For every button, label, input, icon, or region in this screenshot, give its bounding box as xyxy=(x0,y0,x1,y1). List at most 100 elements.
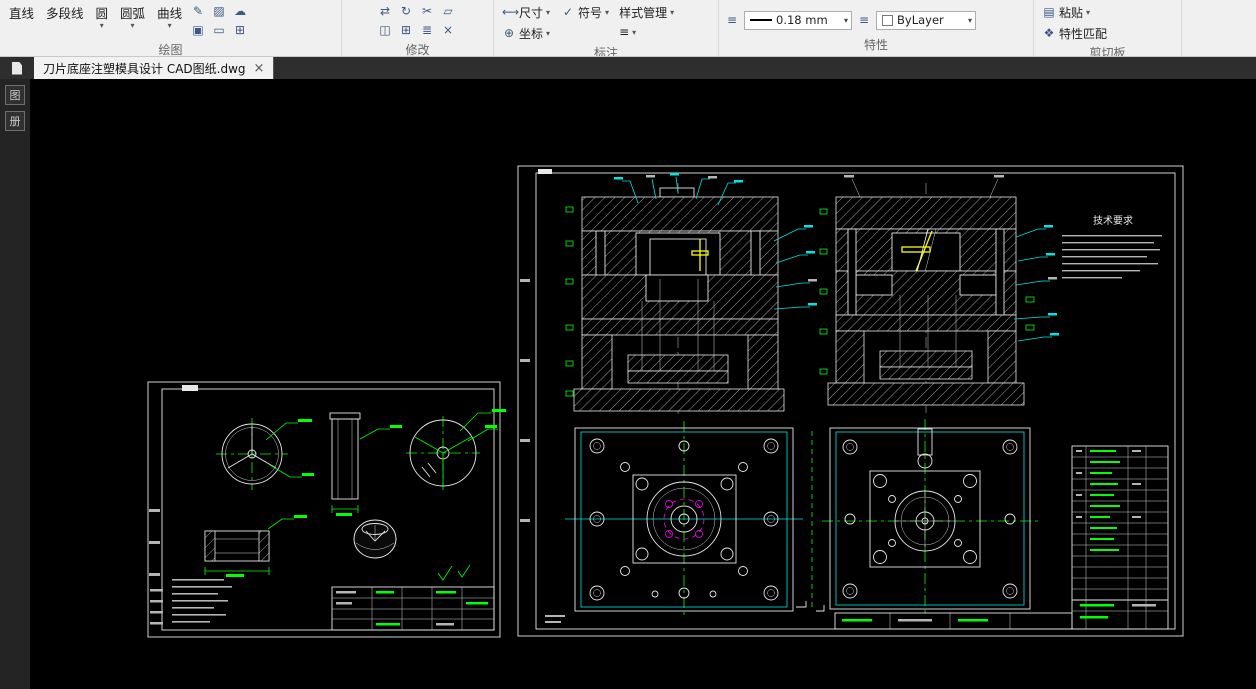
technical-requirements-block: 技术要求 xyxy=(1062,214,1162,279)
circle-tool-button[interactable]: 圆 ▾ xyxy=(91,1,114,30)
document-tab-bar: 刀片底座注塑模具设计 CAD图纸.dwg × xyxy=(0,57,1256,79)
file-corner xyxy=(0,57,34,79)
arc-tool-label: 圆弧 xyxy=(120,6,146,21)
chevron-down-icon: ▾ xyxy=(546,8,551,17)
mirror-icon[interactable]: ▱ xyxy=(439,3,457,20)
offset-icon[interactable]: ≣ xyxy=(418,22,436,39)
line-tool-button[interactable]: 直线 xyxy=(4,1,39,22)
match-properties-icon: ❖ xyxy=(1043,26,1055,40)
drawing-canvas-area[interactable]: 技术要求 xyxy=(30,79,1256,689)
color-value: ByLayer xyxy=(897,13,944,27)
properties-group-label: 特性 xyxy=(863,38,888,52)
technical-requirements-title: 技术要求 xyxy=(1093,214,1133,227)
document-tab[interactable]: 刀片底座注塑模具设计 CAD图纸.dwg × xyxy=(34,57,275,79)
part-side-view xyxy=(329,412,402,516)
lineweight-list-icon[interactable]: ≡ xyxy=(723,12,741,29)
dimension-icon: ⟷ xyxy=(502,5,520,19)
left-sheet-title-block xyxy=(331,586,495,631)
right-sheet-assembly-drawing: 技术要求 xyxy=(517,165,1184,637)
lineweight-dropdown[interactable]: 0.18 mm ▾ xyxy=(744,10,852,30)
ribbon-group-annotate: ⟷ 尺寸 ▾ ✓ 符号 ▾ ⊕ 坐标 ▾ 样式管理 ▾ ≡ ▾ 标注 xyxy=(494,0,719,56)
polyline-tool-button[interactable]: 多段线 xyxy=(41,1,89,22)
erase-icon[interactable]: × xyxy=(439,22,457,39)
mold-plan-view-right xyxy=(822,419,1038,617)
style-manager-button[interactable]: 样式管理 ▾ xyxy=(615,3,678,22)
trim-icon[interactable]: ✂ xyxy=(418,3,436,20)
ribbon-group-draw: 直线 多段线 圆 ▾ 圆弧 ▾ 曲线 ▾ ✎ ▨ ☁ ▣ ▭ ⊞ 绘图 xyxy=(0,0,342,56)
circle-tool-label: 圆 xyxy=(95,6,109,21)
ribbon-group-properties: ≡ 0.18 mm ▾ ≡ ByLayer ▾ 特性 xyxy=(719,0,1034,56)
part-iso-view xyxy=(353,519,397,559)
match-properties-button[interactable]: ❖ 特性匹配 xyxy=(1038,24,1111,43)
drawing-panel-icon[interactable]: 图 xyxy=(5,85,25,105)
sheet-set-panel-icon[interactable]: 册 xyxy=(5,111,25,131)
surface-finish-symbols xyxy=(437,564,471,581)
parts-list-table xyxy=(1071,445,1169,630)
chevron-down-icon[interactable]: ▾ xyxy=(131,22,135,30)
annotate-group-label: 标注 xyxy=(593,46,618,57)
table-icon[interactable]: ⊞ xyxy=(231,22,249,39)
drawing-canvas[interactable]: 技术要求 xyxy=(30,79,1256,689)
style-manager-label: 样式管理 xyxy=(619,6,668,20)
paste-button[interactable]: ▤ 粘贴 ▾ xyxy=(1038,3,1094,22)
mold-section-view-right xyxy=(819,175,1059,413)
annotation-menu-button[interactable]: ≡ ▾ xyxy=(615,24,640,40)
coordinate-button[interactable]: ⊕ 坐标 ▾ xyxy=(498,24,554,43)
menu-icon: ≡ xyxy=(619,25,630,39)
revision-cloud-icon[interactable]: ☁ xyxy=(231,3,249,20)
ribbon-spacer xyxy=(1182,0,1256,56)
mold-section-view-left xyxy=(565,173,817,417)
ribbon-group-modify: ⇄ ↻ ✂ ▱ ◫ ⊞ ≣ × 修改 xyxy=(342,0,494,56)
dimension-label: 尺寸 xyxy=(519,6,544,20)
rectangle-icon[interactable]: ▭ xyxy=(210,22,228,39)
copy-icon[interactable]: ◫ xyxy=(376,22,394,39)
left-sheet-notes xyxy=(172,579,232,623)
file-page-icon[interactable] xyxy=(12,61,22,75)
left-panel-strip: 图 册 xyxy=(0,79,30,689)
section-cut-marks xyxy=(796,431,825,612)
coordinate-icon: ⊕ xyxy=(503,26,515,40)
rotate-icon[interactable]: ↻ xyxy=(397,3,415,20)
part-section-view xyxy=(204,515,307,577)
draw-group-label: 绘图 xyxy=(158,43,183,57)
mold-plan-view-left xyxy=(565,421,803,619)
region-icon[interactable]: ▣ xyxy=(189,22,207,39)
chevron-down-icon: ▾ xyxy=(605,8,610,17)
part-rear-view xyxy=(406,409,506,490)
symbol-label: 符号 xyxy=(578,6,603,20)
part-front-view xyxy=(216,418,314,490)
color-swatch-icon xyxy=(882,14,893,26)
bottom-title-strip xyxy=(834,612,1073,630)
chevron-down-icon: ▾ xyxy=(967,15,972,25)
left-sheet-part-drawing xyxy=(147,381,506,638)
move-icon[interactable]: ⇄ xyxy=(376,3,394,20)
spline-tool-button[interactable]: 曲线 ▾ xyxy=(152,1,187,30)
chevron-down-icon: ▾ xyxy=(632,27,637,37)
chevron-down-icon: ▾ xyxy=(843,15,848,25)
chevron-down-icon: ▾ xyxy=(1086,8,1091,17)
color-dropdown[interactable]: ByLayer ▾ xyxy=(876,10,976,30)
cad-application: 直线 多段线 圆 ▾ 圆弧 ▾ 曲线 ▾ ✎ ▨ ☁ ▣ ▭ ⊞ 绘图 ⇄ ↻ … xyxy=(0,0,1256,689)
linetype-list-icon[interactable]: ≡ xyxy=(855,12,873,29)
ribbon-group-clipboard: ▤ 粘贴 ▾ ❖ 特性匹配 剪切板 xyxy=(1034,0,1182,56)
coordinate-label: 坐标 xyxy=(519,27,544,41)
polyline-tool-label: 多段线 xyxy=(46,6,84,21)
ribbon: 直线 多段线 圆 ▾ 圆弧 ▾ 曲线 ▾ ✎ ▨ ☁ ▣ ▭ ⊞ 绘图 ⇄ ↻ … xyxy=(0,0,1256,57)
document-tab-title: 刀片底座注塑模具设计 CAD图纸.dwg xyxy=(43,61,246,76)
modify-group-label: 修改 xyxy=(405,43,430,57)
lineweight-value: 0.18 mm xyxy=(776,13,828,27)
chevron-down-icon[interactable]: ▾ xyxy=(100,22,104,30)
array-icon[interactable]: ⊞ xyxy=(397,22,415,39)
chevron-down-icon: ▾ xyxy=(546,29,551,38)
hatch-icon[interactable]: ▨ xyxy=(210,3,228,20)
chevron-down-icon: ▾ xyxy=(670,8,675,17)
chevron-down-icon[interactable]: ▾ xyxy=(168,22,172,30)
symbol-button[interactable]: ✓ 符号 ▾ xyxy=(557,3,613,22)
paste-label: 粘贴 xyxy=(1059,6,1084,20)
spline-tool-label: 曲线 xyxy=(157,6,183,21)
dimension-button[interactable]: ⟷ 尺寸 ▾ xyxy=(498,3,554,22)
pencil-icon[interactable]: ✎ xyxy=(189,3,207,20)
tab-close-icon[interactable]: × xyxy=(254,62,265,75)
symbol-icon: ✓ xyxy=(563,5,574,19)
arc-tool-button[interactable]: 圆弧 ▾ xyxy=(115,1,150,30)
